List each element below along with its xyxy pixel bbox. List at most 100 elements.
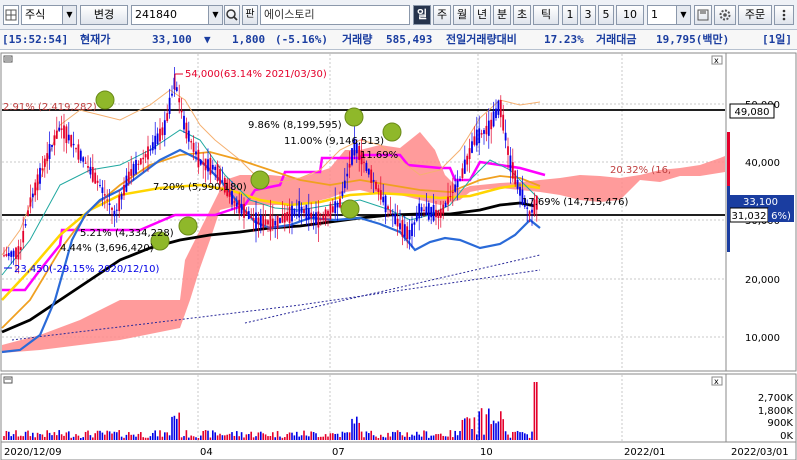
period-second[interactable]: 초 bbox=[513, 5, 531, 25]
interval-5[interactable]: 5 bbox=[598, 5, 614, 25]
candle-body bbox=[163, 120, 166, 135]
candle-body bbox=[396, 218, 399, 227]
candle-body bbox=[286, 211, 289, 221]
volume-bar bbox=[528, 437, 531, 440]
interval-10[interactable]: 10 bbox=[616, 5, 644, 25]
candle-body bbox=[51, 144, 53, 147]
candle-body bbox=[384, 195, 387, 213]
candle-body bbox=[432, 204, 435, 221]
volume-bar bbox=[3, 436, 5, 440]
candle-body bbox=[439, 208, 442, 218]
volume-bar bbox=[512, 431, 514, 440]
volume-bar bbox=[240, 432, 243, 440]
volume-bar bbox=[437, 434, 440, 440]
volume-bar bbox=[447, 436, 449, 440]
volume-bar bbox=[341, 431, 344, 440]
volume-bar bbox=[27, 430, 29, 440]
volume-bar bbox=[231, 432, 233, 440]
period-tick[interactable]: 틱 bbox=[533, 5, 559, 25]
volume-bar bbox=[192, 436, 195, 440]
save-icon[interactable] bbox=[694, 5, 712, 25]
chevron-down-icon[interactable]: ▼ bbox=[676, 6, 690, 24]
interval-3[interactable]: 3 bbox=[580, 5, 596, 25]
gear-icon[interactable] bbox=[714, 5, 736, 25]
volume-bar bbox=[286, 434, 288, 440]
market-select-value: 주식 bbox=[25, 8, 46, 21]
candle-body bbox=[58, 127, 61, 131]
candle-body bbox=[65, 126, 68, 144]
grid-icon[interactable] bbox=[3, 5, 19, 25]
candle-body bbox=[317, 211, 320, 228]
stock-chart[interactable]: x x 54,000(63.14% 2021/03/30) 2.91% (2,4… bbox=[0, 52, 797, 460]
volume-bar bbox=[188, 437, 190, 440]
panel-close-icon[interactable]: x bbox=[711, 55, 723, 65]
volume-bar bbox=[245, 434, 248, 440]
candle-body bbox=[130, 169, 133, 176]
candle-body bbox=[94, 172, 97, 184]
chart-svg[interactable]: x x 54,000(63.14% 2021/03/30) 2.91% (2,4… bbox=[0, 52, 797, 460]
interval-1[interactable]: 1 bbox=[562, 5, 578, 25]
volume-bar bbox=[12, 434, 15, 440]
current-price-label: 33,100 bbox=[743, 197, 778, 208]
volume-bar bbox=[399, 431, 401, 440]
candle-body bbox=[39, 167, 41, 184]
stock-code-input[interactable]: 241840 ▼ bbox=[131, 5, 223, 25]
period-day[interactable]: 일 bbox=[413, 5, 431, 25]
volume-bar bbox=[322, 436, 324, 440]
volume-bar bbox=[459, 431, 461, 440]
candle-body bbox=[190, 141, 193, 143]
candle-body bbox=[495, 108, 497, 119]
chevron-down-icon[interactable]: ▼ bbox=[62, 6, 76, 24]
candle-body bbox=[367, 168, 370, 175]
candle-body bbox=[214, 166, 217, 171]
market-select[interactable]: 주식 ▼ bbox=[21, 5, 77, 25]
interval-input[interactable]: 1 ▼ bbox=[647, 5, 691, 25]
candle-body bbox=[435, 209, 437, 218]
period-month[interactable]: 월 bbox=[453, 5, 471, 25]
volume-bar bbox=[497, 421, 500, 440]
candle-body bbox=[499, 100, 502, 118]
candle-body bbox=[315, 212, 317, 225]
quote-status-bar: [15:52:54] 현재가 33,100 ▼ 1,800 (-5.16%) 거… bbox=[0, 30, 797, 50]
panel-close-icon[interactable]: x bbox=[711, 376, 723, 386]
stock-name-field[interactable]: 에이스토리 bbox=[260, 5, 410, 25]
menu-icon[interactable] bbox=[774, 5, 794, 25]
fan-button[interactable]: 판 bbox=[242, 5, 258, 25]
volume-bar bbox=[248, 434, 250, 440]
candle-body bbox=[247, 211, 250, 220]
volume-bar bbox=[176, 418, 178, 440]
volume-bar bbox=[514, 431, 516, 440]
volume-bar bbox=[60, 434, 63, 440]
candle-body bbox=[415, 213, 418, 221]
candle-body bbox=[471, 141, 473, 153]
candle-body bbox=[418, 203, 421, 219]
volume-bar bbox=[51, 435, 53, 440]
chevron-down-icon[interactable]: ▼ bbox=[208, 6, 222, 24]
candle-body bbox=[430, 207, 433, 218]
period-minute[interactable]: 분 bbox=[493, 5, 511, 25]
candle-body bbox=[7, 253, 10, 257]
volume-bar bbox=[106, 430, 108, 440]
volume-bar bbox=[80, 437, 82, 440]
volume-bar bbox=[224, 435, 226, 440]
period-year[interactable]: 년 bbox=[473, 5, 491, 25]
change-button[interactable]: 변경 bbox=[80, 5, 128, 25]
candle-body bbox=[87, 166, 89, 168]
volume-bar bbox=[389, 436, 392, 440]
volume-value: 585,493 bbox=[386, 33, 433, 46]
order-button[interactable]: 주문 bbox=[738, 5, 772, 25]
period-week[interactable]: 주 bbox=[433, 5, 451, 25]
volume-bar bbox=[75, 434, 77, 440]
volume-bar bbox=[336, 433, 339, 440]
volume-bar bbox=[87, 430, 89, 440]
candle-body bbox=[334, 201, 337, 214]
volume-bar bbox=[320, 436, 322, 440]
candle-body bbox=[483, 130, 485, 134]
candle-body bbox=[507, 146, 509, 155]
date-tick: 2020/12/09 bbox=[4, 447, 62, 458]
candle-body bbox=[79, 150, 82, 161]
search-button[interactable] bbox=[224, 5, 240, 25]
volume-bar bbox=[332, 433, 334, 440]
candle-body bbox=[113, 210, 116, 217]
volume-bar bbox=[214, 432, 216, 440]
